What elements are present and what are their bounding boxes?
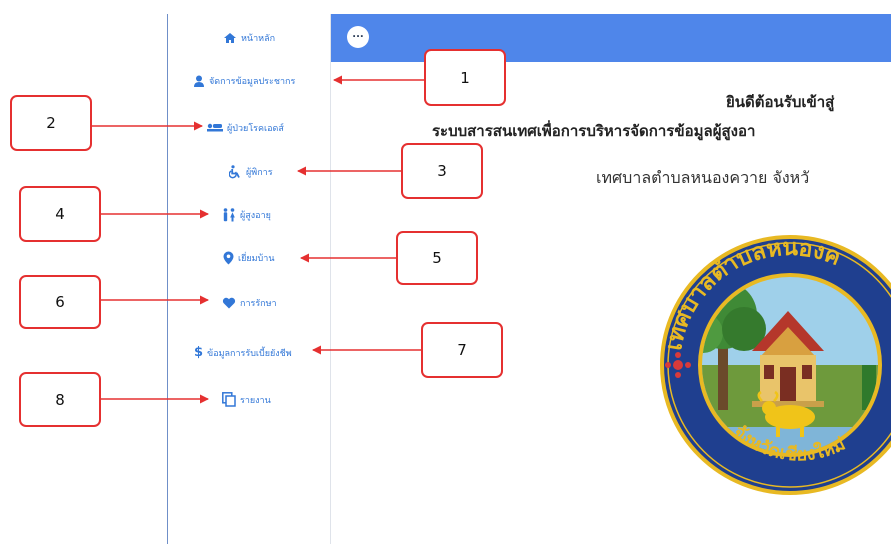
callout-3: 3 (401, 143, 483, 199)
callout-8: 8 (19, 372, 101, 427)
callout-5: 5 (396, 231, 478, 285)
callout-1: 1 (424, 49, 506, 106)
callout-6: 6 (19, 275, 101, 329)
callout-7: 7 (421, 322, 503, 378)
callout-2: 2 (10, 95, 92, 151)
callout-4: 4 (19, 186, 101, 242)
